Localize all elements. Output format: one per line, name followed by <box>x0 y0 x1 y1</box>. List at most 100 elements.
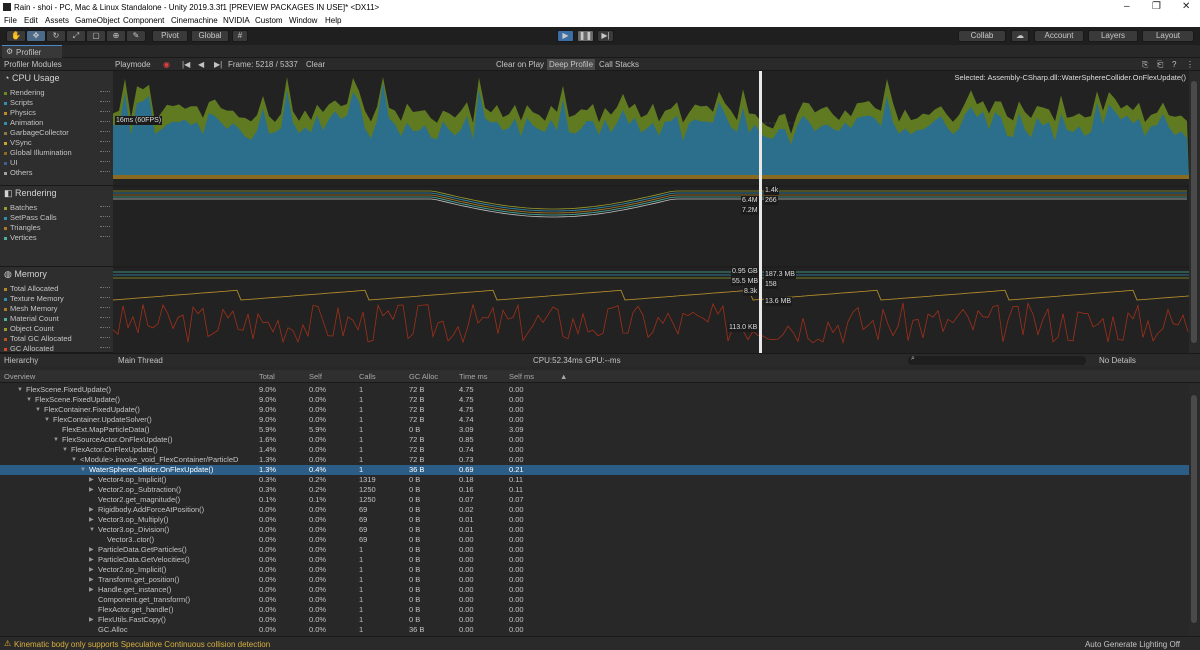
col-self[interactable]: Self <box>309 372 322 381</box>
cpu-legend-item[interactable]: VSync <box>4 138 110 147</box>
profiler-modules-dropdown[interactable]: Profiler Modules <box>2 59 110 70</box>
cpu-legend-item[interactable]: Physics <box>4 108 110 117</box>
expand-toggle-icon[interactable]: ▶ <box>89 505 94 515</box>
menu-component[interactable]: Component <box>123 16 164 25</box>
save-icon[interactable]: ⎘ <box>1140 59 1150 70</box>
hierarchy-scrollbar[interactable] <box>1189 383 1200 636</box>
expand-toggle-icon[interactable]: ▶ <box>89 515 94 525</box>
table-row[interactable]: Vector3..ctor() 0.0% 0.0% 69 0 B 0.00 0.00 <box>0 535 1189 545</box>
cpu-legend-item[interactable]: GarbageCollector <box>4 128 110 137</box>
rendering-legend-item[interactable]: Vertices <box>4 233 110 242</box>
global-toggle[interactable]: Global <box>191 30 229 42</box>
view-dropdown[interactable]: Hierarchy <box>2 355 110 366</box>
hand-tool-icon[interactable]: ✋ <box>6 30 26 42</box>
details-dropdown[interactable]: No Details <box>1097 355 1179 366</box>
menu-assets[interactable]: Assets <box>45 16 69 25</box>
table-row[interactable]: ▼ FlexScene.FixedUpdate() 9.0% 0.0% 1 72 B 4.7… <box>0 385 1189 395</box>
table-row[interactable]: ▶ Handle.get_instance() 0.0% 0.0% 1 0 B 0.00 0.… <box>0 585 1189 595</box>
col-time-ms[interactable]: Time ms <box>459 372 487 381</box>
rendering-module[interactable]: ◧ Rendering Batches SetPass Calls Triangle… <box>0 186 113 267</box>
table-row[interactable]: ▼ WaterSphereCollider.OnFlexUpdate() 1.3% 0… <box>0 465 1189 475</box>
transform-tool-icon[interactable]: ⊕ <box>106 30 126 42</box>
load-icon[interactable]: ⎗ <box>1155 59 1165 70</box>
col-calls[interactable]: Calls <box>359 372 376 381</box>
table-row[interactable]: ▶ Transform.get_position() 0.0% 0.0% 1 0 B 0.0… <box>0 575 1189 585</box>
col-overview[interactable]: Overview <box>4 372 35 381</box>
cpu-legend-item[interactable]: UI <box>4 158 110 167</box>
record-icon[interactable]: ◉ <box>161 59 172 70</box>
memory-legend-item[interactable]: Object Count <box>4 324 110 333</box>
table-row[interactable]: ▶ Vector3.op_Multiply() 0.0% 0.0% 69 0 B 0.01 0… <box>0 515 1189 525</box>
playmode-dropdown[interactable]: Playmode <box>113 59 153 70</box>
prev-frame-icon[interactable]: ◀ <box>196 59 206 70</box>
memory-legend-item[interactable]: Total GC Allocated <box>4 334 110 343</box>
layout-dropdown[interactable]: Layout <box>1142 30 1194 42</box>
expand-toggle-icon[interactable]: ▶ <box>89 485 94 495</box>
expand-toggle-icon[interactable]: ▶ <box>89 615 94 625</box>
cloud-icon[interactable]: ☁ <box>1011 30 1029 42</box>
menu-gameobject[interactable]: GameObject <box>75 16 120 25</box>
cpu-legend-item[interactable]: Global Illumination <box>4 148 110 157</box>
expand-toggle-icon[interactable]: ▼ <box>62 445 68 455</box>
table-row[interactable]: ▶ Vector4.op_Implicit() 0.3% 0.2% 1319 0 B 0.1… <box>0 475 1189 485</box>
minimize-icon[interactable]: – <box>1124 1 1130 12</box>
table-row[interactable]: FlexActor.get_handle() 0.0% 0.0% 1 0 B 0.00 0.… <box>0 605 1189 615</box>
table-row[interactable]: ▶ Vector2.op_Implicit() 0.0% 0.0% 1 0 B 0.00 0.… <box>0 565 1189 575</box>
expand-toggle-icon[interactable]: ▶ <box>89 555 94 565</box>
col-total[interactable]: Total <box>259 372 275 381</box>
tab-profiler[interactable]: ⚙ Profiler <box>2 45 62 58</box>
memory-legend-item[interactable]: Texture Memory <box>4 294 110 303</box>
call-stacks-toggle[interactable]: Call Stacks <box>597 59 641 70</box>
play-icon[interactable]: ▶ <box>557 30 574 42</box>
cpu-legend-item[interactable]: Animation <box>4 118 110 127</box>
table-row[interactable]: ▼ FlexContainer.FixedUpdate() 9.0% 0.0% 1 72 … <box>0 405 1189 415</box>
table-row[interactable]: ▶ ParticleData.GetParticles() 0.0% 0.0% 1 0 B… <box>0 545 1189 555</box>
col-self-ms[interactable]: Self ms <box>509 372 534 381</box>
graphs-canvas[interactable] <box>113 71 1189 353</box>
rotate-tool-icon[interactable]: ↻ <box>46 30 66 42</box>
rect-tool-icon[interactable]: ▢ <box>86 30 106 42</box>
grid-snap-icon[interactable]: # <box>232 30 248 42</box>
memory-legend-item[interactable]: Mesh Memory <box>4 304 110 313</box>
rendering-legend-item[interactable]: SetPass Calls <box>4 213 110 222</box>
profiler-graphs[interactable]: 16ms (60FPS) Selected: Assembly-CSharp.d… <box>113 71 1189 353</box>
table-row[interactable]: ▶ Rigidbody.AddForceAtPosition() 0.0% 0.0% 6… <box>0 505 1189 515</box>
table-row[interactable]: GC.Alloc 0.0% 0.0% 1 36 B 0.00 0.00 <box>0 625 1189 635</box>
table-row[interactable]: ▼ <Module>.invoke_void_FlexContainer/Part… <box>0 455 1189 465</box>
menu-help[interactable]: Help <box>325 16 341 25</box>
close-icon[interactable]: ✕ <box>1182 1 1190 12</box>
collab-dropdown[interactable]: Collab <box>958 30 1006 42</box>
cpu-legend-item[interactable]: Others <box>4 168 110 177</box>
expand-toggle-icon[interactable]: ▼ <box>71 455 77 465</box>
cpu-legend-item[interactable]: Scripts <box>4 98 110 107</box>
account-dropdown[interactable]: Account <box>1034 30 1084 42</box>
move-tool-icon[interactable]: ✥ <box>26 30 46 42</box>
menu-nvidia[interactable]: NVIDIA <box>223 16 250 25</box>
help-icon[interactable]: ? <box>1170 59 1178 70</box>
menu-window[interactable]: Window <box>289 16 317 25</box>
table-row[interactable]: ▶ ParticleData.GetVelocities() 0.0% 0.0% 1 0 … <box>0 555 1189 565</box>
cpu-module[interactable]: ◔ CPU Usage Rendering Scripts Physics Anima… <box>0 71 113 186</box>
memory-module[interactable]: ◍ Memory Total Allocated Texture Memory Me… <box>0 267 113 353</box>
table-row[interactable]: ▶ Vector2.op_Subtraction() 0.3% 0.2% 1250 0 B… <box>0 485 1189 495</box>
rendering-legend-item[interactable]: Triangles <box>4 223 110 232</box>
expand-toggle-icon[interactable]: ▼ <box>35 405 41 415</box>
expand-toggle-icon[interactable]: ▶ <box>89 585 94 595</box>
table-row[interactable]: ▶ FlexUtils.FastCopy() 0.0% 0.0% 1 0 B 0.00 0.0… <box>0 615 1189 625</box>
scale-tool-icon[interactable]: ⤢ <box>66 30 86 42</box>
menu-cinemachine[interactable]: Cinemachine <box>171 16 218 25</box>
expand-toggle-icon[interactable]: ▶ <box>89 545 94 555</box>
menu-custom[interactable]: Custom <box>255 16 283 25</box>
pivot-toggle[interactable]: Pivot <box>152 30 188 42</box>
search-input[interactable]: ⌕ <box>908 355 1086 365</box>
deep-profile-toggle[interactable]: Deep Profile <box>547 59 596 70</box>
memory-legend-item[interactable]: Material Count <box>4 314 110 323</box>
hierarchy-tree[interactable]: ▼ FlexScene.FixedUpdate() 9.0% 0.0% 1 72 B 4.7… <box>0 383 1189 636</box>
status-message[interactable]: Kinematic body only supports Speculative… <box>14 640 270 649</box>
rendering-legend-item[interactable]: Batches <box>4 203 110 212</box>
expand-toggle-icon[interactable]: ▼ <box>89 525 95 535</box>
clear-button[interactable]: Clear <box>304 59 327 70</box>
expand-toggle-icon[interactable]: ▼ <box>26 395 32 405</box>
expand-toggle-icon[interactable]: ▶ <box>89 575 94 585</box>
custom-tool-icon[interactable]: ✎ <box>126 30 146 42</box>
